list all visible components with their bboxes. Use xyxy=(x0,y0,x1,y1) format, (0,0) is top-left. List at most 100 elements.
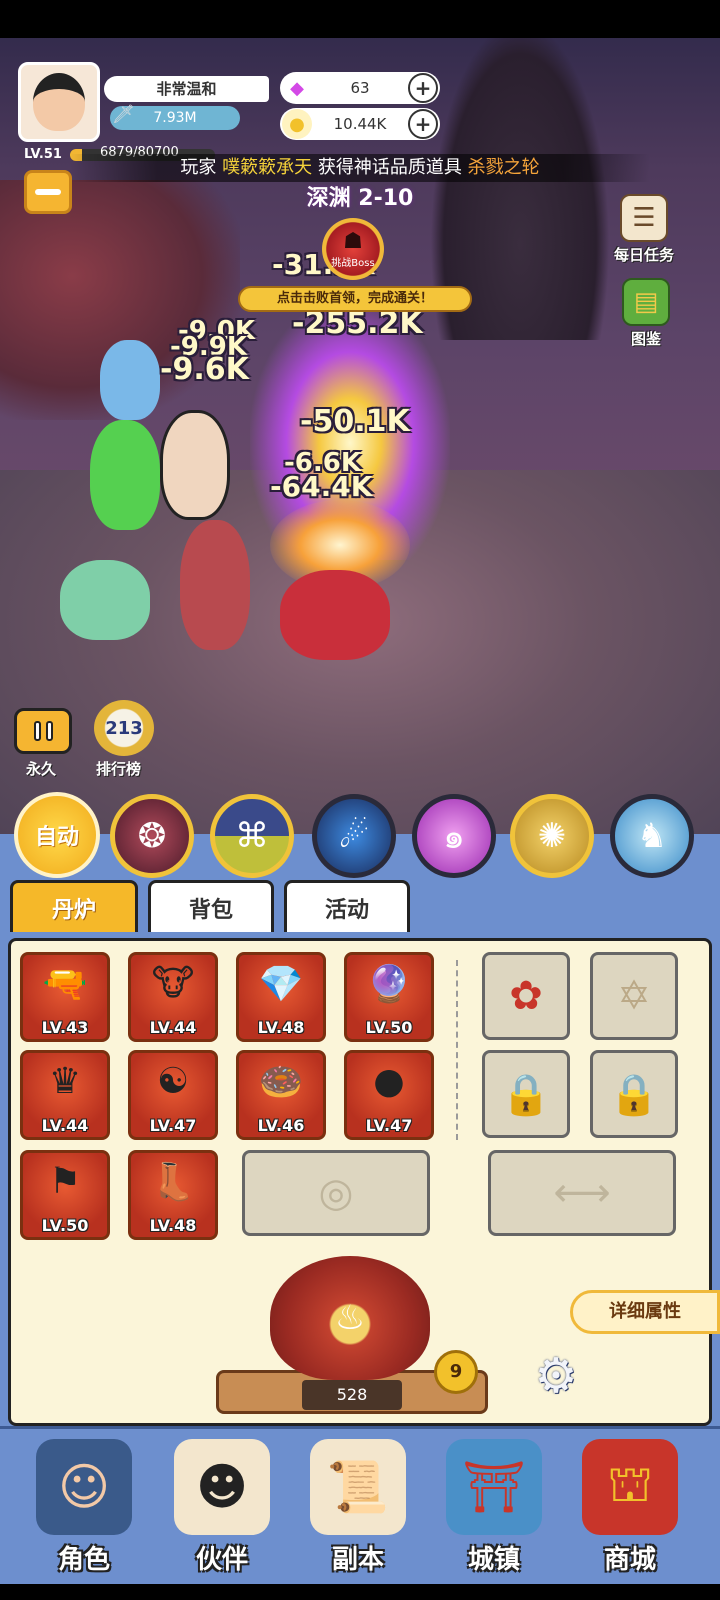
skill-vortex-icon[interactable]: ๑ xyxy=(412,794,496,878)
broadcast-prefix: 玩家 xyxy=(180,157,217,178)
alchemy-furnace[interactable]: ♨ xyxy=(270,1256,430,1380)
skill-comet-icon[interactable]: ☄ xyxy=(312,794,396,878)
locked-slot[interactable]: 🔒 xyxy=(590,1050,678,1138)
seal-emblem-icon: ◎ xyxy=(318,1170,354,1216)
detail-attributes-button[interactable]: 详细属性 xyxy=(570,1290,720,1334)
item-level: LV.48 xyxy=(149,1216,197,1235)
character-icon: ☺ xyxy=(36,1439,132,1535)
skill-sun-icon[interactable]: ✺ xyxy=(510,794,594,878)
tab-alchemy[interactable]: 丹炉 xyxy=(10,880,138,932)
item-slot[interactable]: 🔫 LV.43 xyxy=(20,952,110,1042)
minus-icon xyxy=(35,189,61,195)
gem-counter: ◆ 63 + xyxy=(280,72,440,104)
bagua-icon: ☯ xyxy=(156,1061,190,1102)
broadcast-item: 杀戮之轮 xyxy=(467,157,540,178)
partner-icon: ☻ xyxy=(174,1439,270,1535)
hero-green-flame xyxy=(90,420,160,530)
inventory-divider xyxy=(456,960,458,1140)
furnace-level-badge: 9 xyxy=(434,1350,478,1394)
gear-icon[interactable]: ⚙ xyxy=(516,1348,596,1404)
lock-icon: 🔒 xyxy=(609,1071,659,1118)
item-level: LV.47 xyxy=(365,1116,413,1135)
pearl-icon: ● xyxy=(373,1061,405,1102)
item-slot[interactable]: 🐮 LV.44 xyxy=(128,952,218,1042)
nav-label: 城镇 xyxy=(467,1545,520,1575)
equip-slot[interactable]: ✿ xyxy=(482,952,570,1040)
boss-hint: 点击击败首领，完成通关！ xyxy=(238,286,472,312)
item-slot[interactable]: ⚑ LV.50 xyxy=(20,1150,110,1240)
broadcast-middle: 获得神话品质道具 xyxy=(317,157,462,178)
task-list-icon: ☰ xyxy=(620,194,668,242)
nav-dungeon[interactable]: 📜 副本 xyxy=(298,1439,418,1575)
podium-icon: 213 xyxy=(105,717,143,739)
auto-battle-button[interactable]: 自动 xyxy=(14,792,100,878)
nav-label: 商城 xyxy=(603,1545,656,1575)
gem-value: 63 xyxy=(350,79,370,97)
skill-unicorn-icon[interactable]: ♞ xyxy=(610,794,694,878)
bottom-navigation: ☺ 角色 ☻ 伙伴 📜 副本 ⛩ 城镇 ⛫ 商城 xyxy=(0,1426,720,1600)
furnace-count: 528 xyxy=(302,1380,402,1410)
leaderboard-button[interactable]: 213 xyxy=(94,700,154,756)
pet-butterfly-dog xyxy=(60,560,150,640)
scroll-map-icon: 📜 xyxy=(310,1439,406,1535)
gun-icon: 🔫 xyxy=(42,964,88,1005)
crystal-icon: 💎 xyxy=(258,964,304,1005)
broadcast-banner: 玩家 噗簌簌承天 获得神话品质道具 杀戮之轮 xyxy=(70,154,650,182)
locked-slot[interactable]: 🔒 xyxy=(482,1050,570,1138)
nav-label: 伙伴 xyxy=(195,1545,248,1575)
item-level: LV.43 xyxy=(41,1018,89,1037)
item-level: LV.47 xyxy=(149,1116,197,1135)
item-slot[interactable]: ☯ LV.47 xyxy=(128,1050,218,1140)
item-slot[interactable]: ♛ LV.44 xyxy=(20,1050,110,1140)
item-slot[interactable]: 💎 LV.48 xyxy=(236,952,326,1042)
empty-talisman-slot[interactable]: ◎ xyxy=(242,1150,430,1236)
flame-emblem-icon: ♨ xyxy=(334,1298,366,1338)
collapse-menu-button[interactable] xyxy=(24,170,72,214)
item-level: LV.48 xyxy=(257,1018,305,1037)
lock-icon: 🔒 xyxy=(501,1071,551,1118)
gem-icon: ◆ xyxy=(290,77,304,99)
skill-rune-icon[interactable]: ⌘ xyxy=(210,794,294,878)
tab-events[interactable]: 活动 xyxy=(284,880,410,932)
add-gem-button[interactable]: + xyxy=(408,73,438,103)
daily-tasks-label: 每日任务 xyxy=(614,246,675,264)
beast-skull-icon: 🐮 xyxy=(151,963,195,1004)
nav-town[interactable]: ⛩ 城镇 xyxy=(434,1439,554,1575)
leaderboard-label: 排行榜 xyxy=(96,760,142,778)
avatar-face xyxy=(33,73,85,131)
skill-beast-icon[interactable]: ❂ xyxy=(110,794,194,878)
daily-tasks-button[interactable]: ☰ 每日任务 xyxy=(614,194,674,265)
status-bar xyxy=(0,0,720,38)
item-slot[interactable]: ● LV.47 xyxy=(344,1050,434,1140)
book-icon: ▤ xyxy=(622,278,670,326)
item-slot[interactable]: 🍩 LV.46 xyxy=(236,1050,326,1140)
boss-label: 挑战Boss xyxy=(331,258,375,269)
item-level: LV.50 xyxy=(41,1216,89,1235)
player-avatar[interactable] xyxy=(18,62,100,142)
equip-slot[interactable]: ✡ xyxy=(590,952,678,1040)
item-slot[interactable]: 🔮 LV.50 xyxy=(344,952,434,1042)
empty-weapon-slot[interactable]: ⟷ xyxy=(488,1150,676,1236)
damage-number: -9.6K xyxy=(160,352,249,387)
pause-button[interactable] xyxy=(14,708,72,754)
item-slot[interactable]: 👢 LV.48 xyxy=(128,1150,218,1240)
nav-shop[interactable]: ⛫ 商城 xyxy=(570,1439,690,1575)
tab-backpack[interactable]: 背包 xyxy=(148,880,274,932)
pagoda-icon: ⛩ xyxy=(446,1439,542,1535)
nav-character[interactable]: ☺ 角色 xyxy=(24,1439,144,1575)
skill-bar: 自动 ❂ ⌘ ☄ ๑ ✺ ♞ xyxy=(0,788,720,884)
stage-name: 深渊 2-10 xyxy=(306,186,414,211)
damage-number: -50.1K xyxy=(300,404,410,439)
nav-partners[interactable]: ☻ 伙伴 xyxy=(162,1439,282,1575)
tab-bar: 丹炉 背包 活动 xyxy=(10,880,720,932)
item-level: LV.44 xyxy=(41,1116,89,1135)
add-gold-button[interactable]: + xyxy=(408,109,438,139)
challenge-boss-button[interactable]: ☗ 挑战Boss xyxy=(322,218,384,280)
codex-button[interactable]: ▤ 图鉴 xyxy=(622,278,670,349)
pause-bar-icon xyxy=(33,721,41,741)
broadcast-player: 噗簌簌承天 xyxy=(222,157,313,178)
damage-number: -64.4K xyxy=(270,470,373,503)
player-level: LV.51 xyxy=(24,147,62,162)
enemy-boss[interactable] xyxy=(280,570,390,660)
crown-icon: ♛ xyxy=(48,1061,82,1102)
